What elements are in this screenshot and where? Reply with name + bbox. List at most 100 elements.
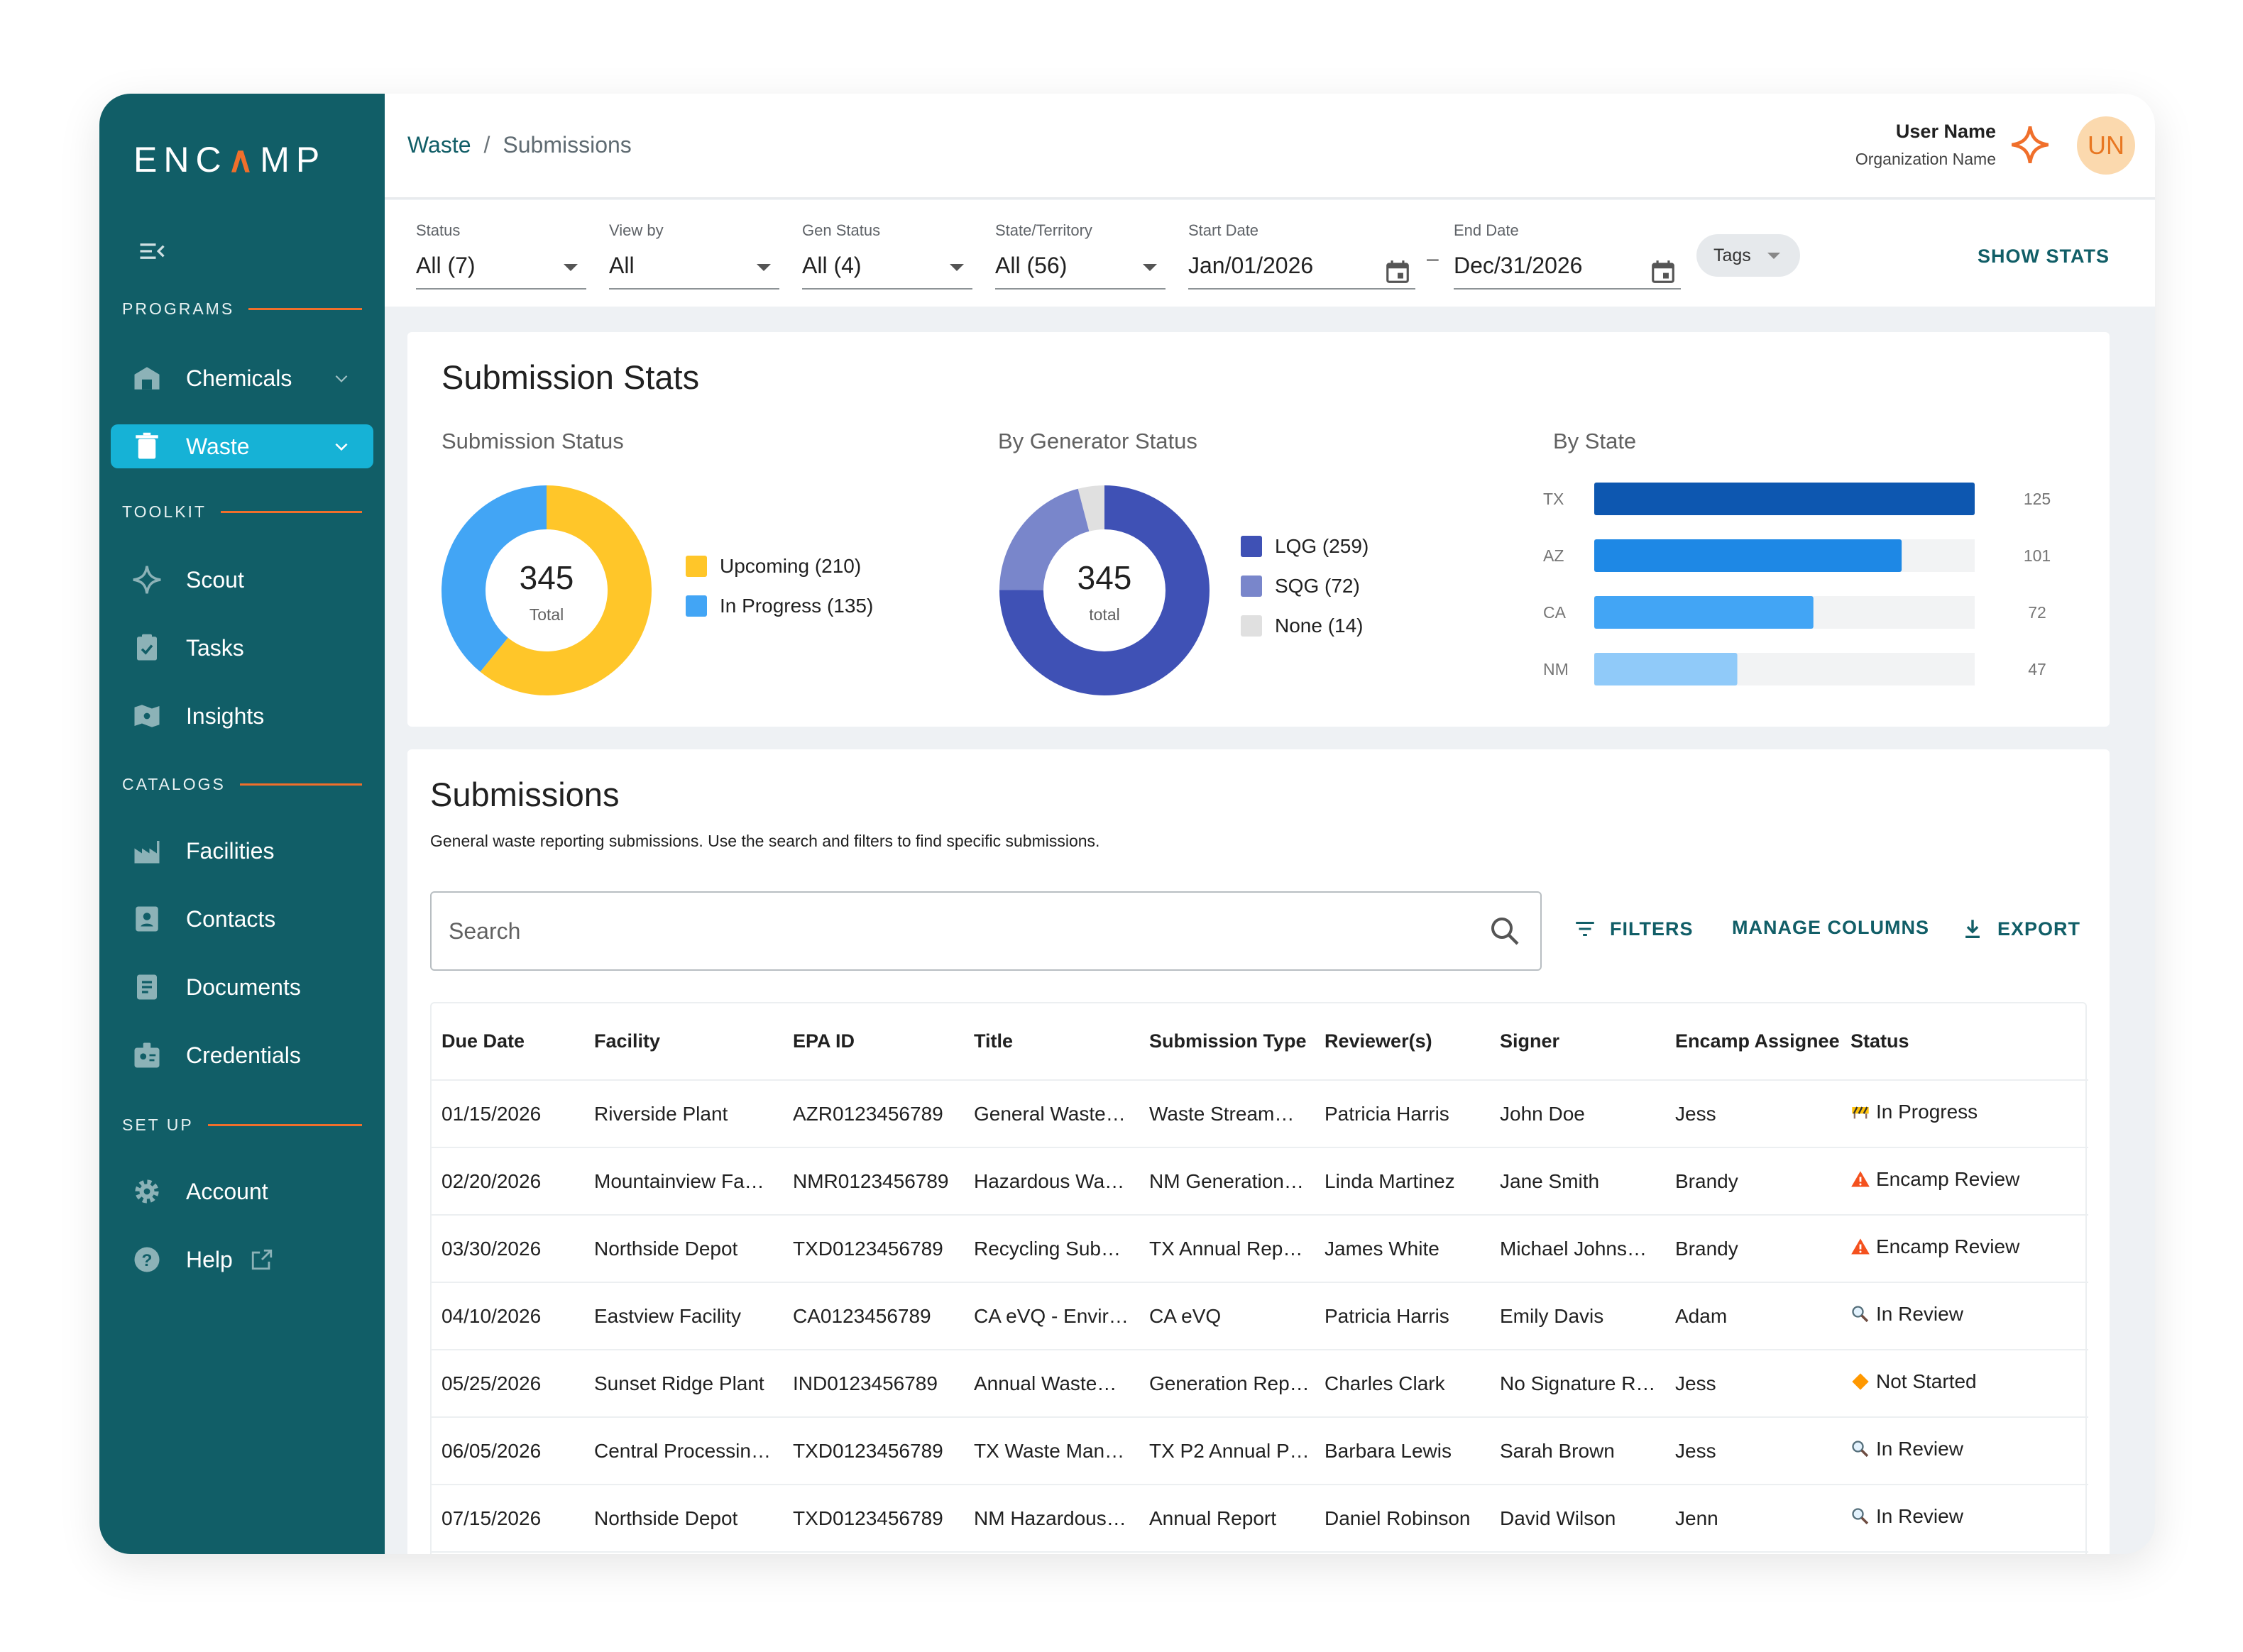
sidebar-item-facilities[interactable]: Facilities bbox=[111, 829, 373, 873]
chevron-down-icon[interactable] bbox=[332, 437, 351, 456]
table-cell: Mountainview Fa… bbox=[584, 1147, 783, 1216]
breadcrumb-link-waste[interactable]: Waste bbox=[407, 132, 471, 158]
table-cell: CA eVQ - Envir… bbox=[964, 1282, 1139, 1350]
column-header[interactable]: Reviewer(s) bbox=[1315, 1003, 1490, 1081]
calendar-icon[interactable] bbox=[1384, 258, 1411, 285]
legend-swatch bbox=[1241, 536, 1262, 557]
app-window: ENC∧MP PROGRAMS Chemicals Waste TOOLKIT … bbox=[99, 94, 2155, 1554]
legend-swatch bbox=[686, 595, 707, 617]
legend-item-upcoming: Upcoming (210) bbox=[686, 546, 873, 586]
dropdown-caret-icon bbox=[950, 264, 964, 271]
search-input[interactable]: Search bbox=[430, 891, 1542, 971]
donut-total-label: Total bbox=[530, 605, 564, 624]
calendar-icon[interactable] bbox=[1650, 258, 1677, 285]
view-by-filter[interactable]: View by All bbox=[609, 221, 779, 290]
table-cell: TX Waste Man… bbox=[964, 1417, 1139, 1485]
table-row[interactable]: 01/15/2026 Riverside Plant AZR0123456789 Ge… bbox=[432, 1080, 2088, 1148]
column-header[interactable]: Due Date bbox=[432, 1003, 584, 1081]
table-cell: TX Annual Rep… bbox=[1139, 1215, 1315, 1283]
state-bar[interactable] bbox=[1594, 539, 1902, 572]
table-cell: Hazardous Wa… bbox=[964, 1147, 1139, 1216]
table-cell: Jenn bbox=[1665, 1485, 1841, 1553]
main-content: Waste / Submissions User Name Organization… bbox=[385, 94, 2155, 1554]
sidebar-item-documents[interactable]: Documents bbox=[111, 965, 373, 1009]
column-header[interactable]: Encamp Assignee bbox=[1665, 1003, 1841, 1081]
table-cell: CA eVQ bbox=[1139, 1282, 1315, 1350]
filters-button[interactable]: FILTERS bbox=[1573, 917, 1694, 941]
table-cell: CA0123456789 bbox=[783, 1282, 964, 1350]
avatar[interactable]: UN bbox=[2077, 116, 2135, 175]
table-cell: Annual Waste… bbox=[964, 1350, 1139, 1418]
table-row[interactable]: 07/15/2026 Northside Depot TXD0123456789 NM… bbox=[432, 1485, 2088, 1553]
sidebar-item-label: Account bbox=[186, 1178, 268, 1204]
legend-label: Upcoming (210) bbox=[720, 555, 862, 577]
sidebar-item-label: Facilities bbox=[186, 837, 275, 864]
export-button[interactable]: EXPORT bbox=[1960, 917, 2080, 941]
column-header[interactable]: Facility bbox=[584, 1003, 783, 1081]
sidebar-item-label: Waste bbox=[186, 433, 250, 459]
table-row[interactable]: 05/25/2026 Sunset Ridge Plant IND012345678… bbox=[432, 1350, 2088, 1418]
gen-status-filter[interactable]: Gen Status All (4) bbox=[802, 221, 972, 290]
table-cell: James White bbox=[1315, 1215, 1490, 1283]
end-date-field[interactable]: End Date Dec/31/2026 bbox=[1454, 221, 1681, 290]
search-icon[interactable] bbox=[1488, 914, 1522, 948]
table-row[interactable]: 04/10/2026 Eastview Facility CA0123456789 C… bbox=[432, 1282, 2088, 1350]
start-date-value: Jan/01/2026 bbox=[1188, 253, 1314, 278]
status-badge: In Review bbox=[1850, 1505, 1963, 1528]
sidebar-item-chemicals[interactable]: Chemicals bbox=[111, 356, 373, 400]
user-info[interactable]: User Name Organization Name bbox=[1855, 121, 1996, 169]
donut-slice[interactable] bbox=[999, 488, 1090, 590]
tags-dropdown[interactable]: Tags bbox=[1696, 234, 1800, 277]
warning-icon bbox=[1850, 1237, 1870, 1257]
sidebar-item-tasks[interactable]: Tasks bbox=[111, 626, 373, 670]
table-row[interactable]: 02/20/2026 Mountainview Fa… NMR0123456789 H… bbox=[432, 1147, 2088, 1216]
table-cell: Riverside Plant bbox=[584, 1080, 783, 1148]
column-header[interactable]: EPA ID bbox=[783, 1003, 964, 1081]
column-header[interactable]: Status bbox=[1841, 1003, 2088, 1081]
sidebar-item-scout[interactable]: Scout bbox=[111, 558, 373, 602]
filter-bar: Status All (7) View by All Gen Status Al… bbox=[385, 200, 2155, 307]
status-badge: In Review bbox=[1850, 1303, 1963, 1326]
legend-label: In Progress (135) bbox=[720, 595, 874, 617]
sidebar-item-insights[interactable]: Insights bbox=[111, 694, 373, 738]
external-link-icon[interactable] bbox=[250, 1248, 274, 1272]
sidebar-item-help[interactable]: ? Help bbox=[111, 1238, 373, 1282]
sidebar-item-contacts[interactable]: Contacts bbox=[111, 897, 373, 941]
orange-diamond-icon bbox=[1850, 1372, 1870, 1392]
collapse-menu-icon[interactable] bbox=[136, 236, 168, 267]
sidebar-item-credentials[interactable]: Credentials bbox=[111, 1033, 373, 1077]
manage-columns-label: MANAGE COLUMNS bbox=[1732, 917, 1929, 938]
trash-icon bbox=[132, 431, 162, 461]
generator-status-legend: LQG (259) SQG (72) None (14) bbox=[1241, 527, 1369, 646]
state-tick-label: TX bbox=[1543, 490, 1564, 508]
state-bar[interactable] bbox=[1594, 653, 1738, 685]
state-bar[interactable] bbox=[1594, 483, 1975, 515]
table-cell: John Doe bbox=[1490, 1080, 1665, 1148]
search-placeholder: Search bbox=[449, 918, 521, 944]
state-filter[interactable]: State/Territory All (56) bbox=[995, 221, 1166, 290]
start-date-field[interactable]: Start Date Jan/01/2026 bbox=[1188, 221, 1415, 290]
status-label: Encamp Review bbox=[1876, 1168, 2020, 1190]
document-icon bbox=[132, 972, 162, 1002]
table-cell: Daniel Robinson bbox=[1315, 1485, 1490, 1553]
table-row[interactable]: 03/30/2026 Northside Depot TXD0123456789 Re… bbox=[432, 1215, 2088, 1283]
table-cell: Encamp Review bbox=[1841, 1147, 2088, 1216]
sidebar-item-waste[interactable]: Waste bbox=[111, 424, 373, 468]
ai-sparkle-icon[interactable] bbox=[2010, 125, 2050, 165]
status-filter[interactable]: Status All (7) bbox=[416, 221, 586, 290]
help-icon: ? bbox=[132, 1245, 162, 1274]
column-header[interactable]: Signer bbox=[1490, 1003, 1665, 1081]
svg-text:?: ? bbox=[142, 1251, 153, 1270]
manage-columns-button[interactable]: MANAGE COLUMNS bbox=[1732, 917, 1929, 939]
sidebar-item-account[interactable]: Account bbox=[111, 1169, 373, 1213]
column-header[interactable]: Title bbox=[964, 1003, 1139, 1081]
column-header[interactable]: Submission Type bbox=[1139, 1003, 1315, 1081]
encamp-logo[interactable]: ENC∧MP bbox=[133, 139, 326, 180]
show-stats-button[interactable]: SHOW STATS bbox=[1978, 246, 2110, 268]
chevron-down-icon[interactable] bbox=[332, 369, 351, 387]
legend-label: SQG (72) bbox=[1275, 575, 1360, 597]
legend-item-sqg: SQG (72) bbox=[1241, 566, 1369, 606]
state-bar[interactable] bbox=[1594, 596, 1814, 629]
section-programs: PROGRAMS bbox=[122, 299, 362, 319]
table-row[interactable]: 06/05/2026 Central Processin… TXD012345678… bbox=[432, 1417, 2088, 1485]
